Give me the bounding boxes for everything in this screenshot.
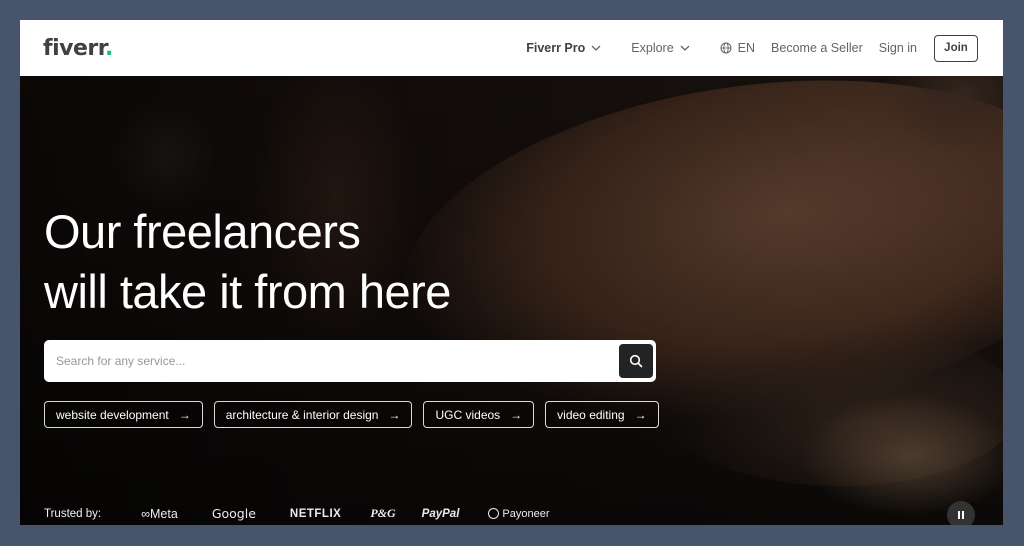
suggestion-chip-label: architecture & interior design: [225, 407, 379, 422]
meta-logo: ∞Meta: [141, 506, 178, 521]
payoneer-ring-icon: [488, 508, 500, 519]
search-input[interactable]: [44, 340, 619, 382]
pause-icon: [957, 511, 965, 519]
nav-explore[interactable]: Explore: [631, 41, 690, 55]
nav-become-seller[interactable]: Become a Seller: [771, 41, 863, 55]
search-icon: [629, 354, 643, 368]
nav-explore-label: Explore: [631, 41, 674, 55]
hero-headline: Our freelancers will take it from here: [44, 202, 451, 322]
chevron-down-icon: [591, 45, 601, 51]
nav-language-label: EN: [737, 41, 756, 55]
join-button[interactable]: Join: [934, 34, 978, 62]
search-button[interactable]: [619, 344, 653, 378]
search-bar: [44, 340, 656, 382]
netflix-logo: NETFLIX: [289, 507, 342, 520]
arrow-right-icon: →: [634, 407, 647, 422]
suggestion-chip-architecture-interior-design[interactable]: architecture & interior design →: [213, 401, 413, 428]
popular-searches: website development → architecture & int…: [44, 401, 670, 428]
nav-fiverr-pro-label: Fiverr Pro: [526, 41, 586, 55]
nav-sign-in-label: Sign in: [878, 41, 917, 55]
arrow-right-icon: →: [178, 407, 191, 422]
suggestion-chip-website-development[interactable]: website development →: [44, 401, 203, 428]
hero-section: Our freelancers will take it from here w…: [20, 76, 1003, 525]
payoneer-logo-text: Payoneer: [502, 507, 550, 520]
fiverr-logo[interactable]: fiverr.: [43, 36, 113, 61]
suggestion-chip-ugc-videos[interactable]: UGC videos →: [423, 401, 535, 428]
trusted-by-label: Trusted by:: [44, 507, 102, 520]
main-nav: Fiverr Pro Explore EN Become a Seller Si…: [526, 34, 978, 62]
nav-fiverr-pro[interactable]: Fiverr Pro: [526, 41, 601, 55]
paypal-logo: PayPal: [421, 507, 460, 520]
google-logo: Google: [211, 506, 256, 521]
suggestion-chip-label: UGC videos: [435, 407, 501, 422]
suggestion-chip-label: website development: [56, 407, 169, 422]
trusted-by-bar: Trusted by: ∞Meta Google NETFLIX P&G Pay…: [44, 506, 550, 521]
suggestion-chip-video-editing[interactable]: video editing →: [545, 401, 659, 428]
globe-icon: [720, 42, 732, 54]
chevron-down-icon: [680, 45, 690, 51]
video-pause-button[interactable]: [947, 501, 975, 525]
arrow-right-icon: →: [510, 407, 523, 422]
suggestion-chip-label: video editing: [557, 407, 625, 422]
hero-headline-line-2: will take it from here: [44, 265, 451, 318]
pg-logo: P&G: [370, 506, 396, 520]
logo-text: fiverr: [43, 35, 105, 61]
hero-headline-line-1: Our freelancers: [44, 205, 361, 258]
payoneer-logo: Payoneer: [488, 507, 550, 520]
top-navigation-bar: fiverr. Fiverr Pro Explore EN Become a S…: [20, 20, 1003, 76]
nav-sign-in[interactable]: Sign in: [879, 41, 917, 55]
browser-viewport: fiverr. Fiverr Pro Explore EN Become a S…: [20, 20, 1003, 525]
nav-become-seller-label: Become a Seller: [771, 41, 863, 55]
arrow-right-icon: →: [388, 407, 401, 422]
nav-language[interactable]: EN: [720, 41, 755, 55]
logo-dot: .: [104, 35, 113, 61]
